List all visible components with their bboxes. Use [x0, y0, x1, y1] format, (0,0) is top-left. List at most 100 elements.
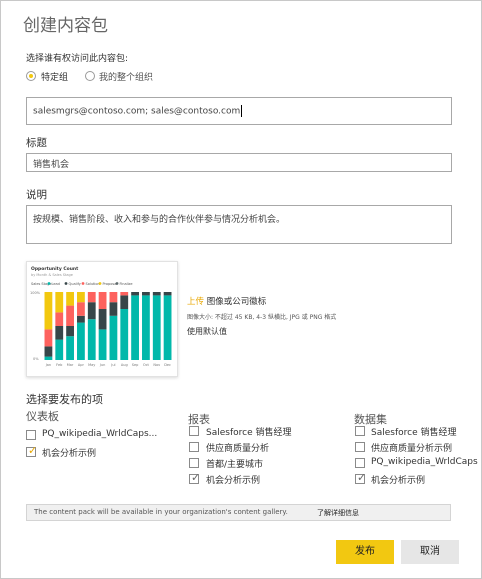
dashboard-item-wrldcaps[interactable]: PQ_wikipedia_WrldCaps...	[26, 429, 176, 441]
checkmark-icon: ✓	[357, 471, 367, 484]
recipients-value: salesmgrs@contoso.com; sales@contoso.com	[33, 105, 243, 117]
x-tick-label-Dec: Dec	[164, 363, 171, 367]
legend-label-2: Solution	[86, 282, 100, 286]
radio-org-label: 我的整个组织	[99, 73, 154, 83]
dataset-item-supplier-checkbox[interactable]	[355, 442, 365, 452]
bar-Apr-Proposal	[77, 292, 85, 303]
bar-Jan-Lead	[44, 356, 53, 360]
bar-May-Qualify	[87, 302, 96, 320]
recipients-input[interactable]: salesmgrs@contoso.com; sales@contoso.com	[26, 97, 452, 125]
radio-org-indicator[interactable]	[85, 71, 95, 81]
dialog-title: 创建内容包	[23, 16, 108, 36]
use-default-link[interactable]: 使用默认值	[187, 326, 227, 337]
dataset-item-opportunity-label: 机会分析示例	[371, 476, 426, 486]
report-item-capitals[interactable]: 首都/主要城市	[189, 457, 339, 470]
bar-Feb-Lead	[55, 339, 64, 360]
x-tick-label-Jul: Jul	[110, 363, 115, 367]
report-item-opportunity-checkbox[interactable]: ✓	[189, 471, 201, 484]
report-item-salesforce-checkbox[interactable]	[189, 426, 199, 436]
bar-Mar-Qualify	[66, 326, 74, 337]
x-tick-label-Nov: Nov	[153, 363, 160, 367]
description-label: 说明	[26, 189, 47, 201]
dashboards-heading: 仪表板	[26, 410, 59, 423]
dataset-item-opportunity[interactable]: ✓ 机会分析示例	[355, 471, 475, 486]
x-tick-label-Mar: Mar	[67, 363, 74, 367]
dataset-item-salesforce[interactable]: Salesforce 销售经理	[355, 425, 475, 438]
description-textarea[interactable]: 按规模、销售阶段、收入和参与的合作伙伴参与情况分析机会。	[26, 205, 452, 244]
report-item-capitals-label: 首都/主要城市	[206, 460, 264, 470]
x-tick-label-Jan: Jan	[45, 363, 51, 367]
content-pack-thumbnail: Opportunity Count by Month & Sales Stage…	[26, 261, 178, 377]
dataset-item-supplier-label: 供应商质量分析示例	[371, 444, 453, 454]
info-text: The content pack will be available in yo…	[34, 508, 288, 516]
upload-line: 上传 图像或公司徽标	[187, 295, 266, 307]
dashboard-item-wrldcaps-label: PQ_wikipedia_WrldCaps...	[42, 429, 158, 439]
bar-Mar-Lead	[66, 336, 74, 360]
bar-Apr-Qualify	[77, 315, 85, 323]
description-value: 按规模、销售阶段、收入和参与的合作伙伴参与情况分析机会。	[33, 215, 286, 225]
x-tick-label-Aug: Aug	[121, 363, 128, 367]
dataset-item-wrldcaps[interactable]: PQ_wikipedia_WrldCaps	[355, 457, 478, 469]
report-item-opportunity[interactable]: ✓ 机会分析示例	[189, 471, 339, 486]
publish-items-heading: 选择要发布的项	[26, 393, 103, 406]
dataset-item-salesforce-checkbox[interactable]	[355, 426, 365, 436]
legend-swatch-2	[81, 282, 85, 285]
checkmark-icon: ✓	[191, 471, 201, 484]
bar-May-Solution	[87, 292, 96, 303]
report-item-supplier-label: 供应商质量分析	[206, 444, 270, 454]
upload-hint: 图像大小: 不超过 45 KB, 4-3 纵横比, JPG 或 PNG 格式	[187, 314, 337, 321]
report-item-salesforce-label: Salesforce 销售经理	[206, 428, 292, 438]
dataset-item-wrldcaps-label: PQ_wikipedia_WrldCaps	[371, 457, 478, 467]
bar-Mar-Proposal	[66, 292, 74, 306]
bar-Sep-Lead	[131, 295, 139, 360]
x-tick-label-May: May	[88, 363, 95, 367]
bar-Mar-Solution	[66, 305, 74, 326]
legend-label-1: Qualify	[69, 282, 81, 286]
radio-entire-org[interactable]: 我的整个组织	[85, 70, 175, 83]
radio-specific-indicator[interactable]	[26, 71, 36, 81]
title-label: 标题	[26, 137, 47, 149]
x-tick-label-Oct: Oct	[143, 363, 150, 367]
y-tick-label-top: 100%	[30, 291, 41, 295]
title-input[interactable]: 销售机会	[26, 153, 452, 172]
upload-link[interactable]: 上传	[187, 297, 204, 307]
dashboard-item-wrldcaps-checkbox[interactable]	[26, 430, 36, 440]
report-item-supplier[interactable]: 供应商质量分析	[189, 441, 339, 454]
bar-Sep-Qualify	[131, 292, 139, 296]
y-tick-label-bottom: 0%	[33, 357, 39, 361]
bar-Jun-Solution	[98, 292, 107, 309]
bar-Feb-Proposal	[55, 292, 64, 313]
dashboard-item-opportunity[interactable]: ✓ 机会分析示例	[26, 444, 176, 459]
legend-label-0: Lead	[52, 282, 60, 286]
dataset-item-supplier[interactable]: 供应商质量分析示例	[355, 441, 475, 454]
legend-swatch-0	[47, 282, 51, 285]
bar-Jul-Solution	[109, 292, 118, 303]
bar-Jul-Lead	[109, 315, 118, 360]
report-item-supplier-checkbox[interactable]	[189, 442, 199, 452]
dashboard-item-opportunity-checkbox[interactable]: ✓	[26, 444, 37, 457]
dashboard-item-opportunity-label: 机会分析示例	[42, 449, 97, 459]
bar-Jun-Qualify	[98, 309, 107, 330]
dataset-item-opportunity-checkbox[interactable]: ✓	[355, 471, 367, 484]
bar-Dec-Qualify	[163, 292, 172, 296]
dataset-item-wrldcaps-checkbox[interactable]	[355, 458, 365, 468]
x-tick-label-Feb: Feb	[56, 363, 63, 367]
bar-Jan-Solution	[44, 329, 53, 347]
report-item-capitals-checkbox[interactable]	[189, 458, 199, 468]
report-item-salesforce[interactable]: Salesforce 销售经理	[189, 425, 339, 438]
bar-Jan-Proposal	[44, 292, 53, 330]
cancel-button[interactable]: 取消	[401, 540, 459, 564]
legend-swatch-1	[64, 282, 68, 285]
thumb-chart-svg: Lead Qualify Solution Proposal Finalize 100% 0…	[30, 282, 172, 367]
bar-Oct-Lead	[142, 295, 150, 360]
create-content-pack-dialog: 创建内容包 选择谁有权访问此内容包: 特定组 我的整个组织 salesmgrs@…	[0, 0, 482, 579]
access-prompt: 选择谁有权访问此内容包:	[26, 54, 129, 64]
upload-text: 图像或公司徽标	[204, 297, 267, 307]
legend-swatch-4	[115, 282, 119, 285]
bar-Nov-Qualify	[152, 292, 161, 296]
publish-button[interactable]: 发布	[336, 540, 394, 564]
bar-Feb-Qualify	[55, 326, 64, 340]
x-tick-label-Jun: Jun	[99, 363, 105, 367]
learn-more-link[interactable]: 了解详细信息	[317, 508, 359, 518]
legend-swatch-3	[98, 282, 102, 285]
